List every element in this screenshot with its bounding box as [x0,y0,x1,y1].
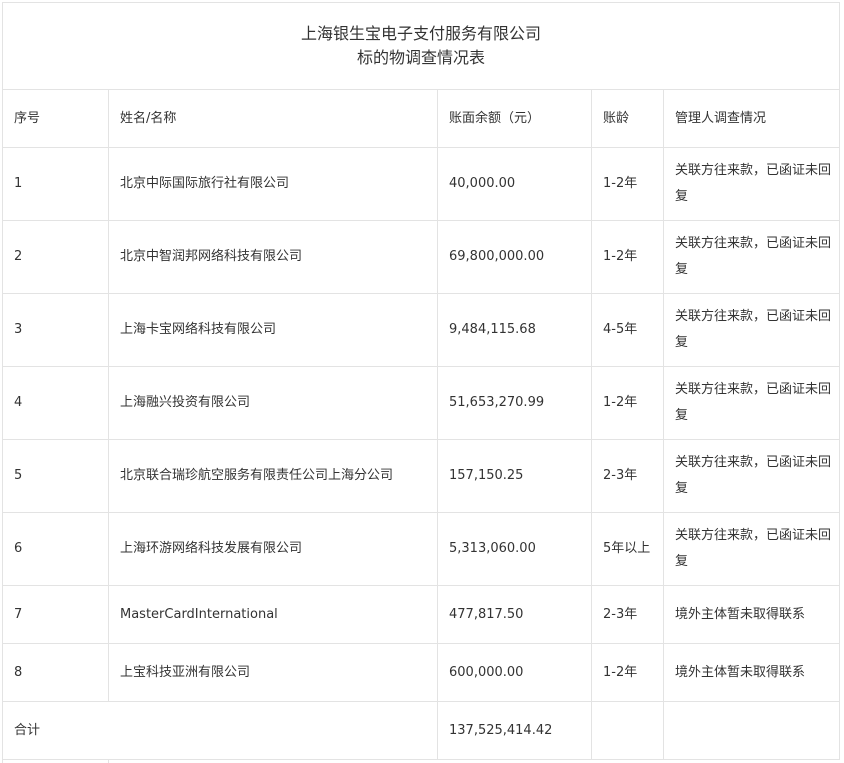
total-status-empty [663,701,840,760]
row-balance: 9,484,115.68 [437,293,592,367]
total-row: 合计 137,525,414.42 [2,701,840,760]
total-aging-empty [591,701,664,760]
total-balance: 137,525,414.42 [437,701,592,760]
row-aging: 2-3年 [591,439,664,513]
table-row: 6 上海环游网络科技发展有限公司 5,313,060.00 5年以上 关联方往来… [2,512,840,586]
table-row: 8 上宝科技亚洲有限公司 600,000.00 1-2年 境外主体暂未取得联系 [2,643,840,702]
row-name: 北京联合瑞珍航空服务有限责任公司上海分公司 [108,439,438,513]
row-name: MasterCardInternational [108,585,438,644]
row-balance: 40,000.00 [437,147,592,221]
survey-table-container: 上海银生宝电子支付服务有限公司 标的物调查情况表 序号 姓名/名称 账面余额（元… [2,2,840,760]
header-aging: 账龄 [591,89,664,148]
table-row: 7 MasterCardInternational 477,817.50 2-3… [2,585,840,644]
row-index: 1 [2,147,109,221]
row-aging: 4-5年 [591,293,664,367]
row-index: 8 [2,643,109,702]
table-row: 3 上海卡宝网络科技有限公司 9,484,115.68 4-5年 关联方往来款，… [2,293,840,367]
row-balance: 600,000.00 [437,643,592,702]
row-status: 境外主体暂未取得联系 [663,643,840,702]
row-index: 4 [2,366,109,440]
total-label: 合计 [2,701,438,760]
row-status: 关联方往来款，已函证未回复 [663,147,840,221]
row-balance: 69,800,000.00 [437,220,592,294]
row-index: 3 [2,293,109,367]
header-name: 姓名/名称 [108,89,438,148]
row-name: 上海卡宝网络科技有限公司 [108,293,438,367]
row-name: 上海融兴投资有限公司 [108,366,438,440]
row-status: 关联方往来款，已函证未回复 [663,366,840,440]
title-line-subtitle: 标的物调查情况表 [356,48,485,67]
header-row: 序号 姓名/名称 账面余额（元） 账龄 管理人调查情况 [2,89,840,148]
row-aging: 1-2年 [591,366,664,440]
table-row: 2 北京中智润邦网络科技有限公司 69,800,000.00 1-2年 关联方往… [2,220,840,294]
row-balance: 157,150.25 [437,439,592,513]
row-status: 关联方往来款，已函证未回复 [663,220,840,294]
header-status: 管理人调查情况 [663,89,840,148]
row-aging: 1-2年 [591,147,664,221]
row-status: 关联方往来款，已函证未回复 [663,293,840,367]
row-status: 境外主体暂未取得联系 [663,585,840,644]
row-aging: 2-3年 [591,585,664,644]
table-row: 4 上海融兴投资有限公司 51,653,270.99 1-2年 关联方往来款，已… [2,366,840,440]
row-balance: 51,653,270.99 [437,366,592,440]
table-title: 上海银生宝电子支付服务有限公司 标的物调查情况表 [2,2,840,90]
row-name: 上宝科技亚洲有限公司 [108,643,438,702]
row-status: 关联方往来款，已函证未回复 [663,439,840,513]
row-name: 上海环游网络科技发展有限公司 [108,512,438,586]
row-balance: 5,313,060.00 [437,512,592,586]
table-row: 5 北京联合瑞珍航空服务有限责任公司上海分公司 157,150.25 2-3年 … [2,439,840,513]
header-index: 序号 [2,89,109,148]
row-name: 北京中智润邦网络科技有限公司 [108,220,438,294]
row-index: 6 [2,512,109,586]
header-balance: 账面余额（元） [437,89,592,148]
row-index: 7 [2,585,109,644]
row-name: 北京中际国际旅行社有限公司 [108,147,438,221]
row-index: 5 [2,439,109,513]
survey-table: 上海银生宝电子支付服务有限公司 标的物调查情况表 序号 姓名/名称 账面余额（元… [2,2,840,760]
row-aging: 5年以上 [591,512,664,586]
row-status: 关联方往来款，已函证未回复 [663,512,840,586]
table-row: 1 北京中际国际旅行社有限公司 40,000.00 1-2年 关联方往来款，已函… [2,147,840,221]
row-aging: 1-2年 [591,643,664,702]
row-aging: 1-2年 [591,220,664,294]
row-index: 2 [2,220,109,294]
row-balance: 477,817.50 [437,585,592,644]
title-line-company: 上海银生宝电子支付服务有限公司 [300,24,541,43]
